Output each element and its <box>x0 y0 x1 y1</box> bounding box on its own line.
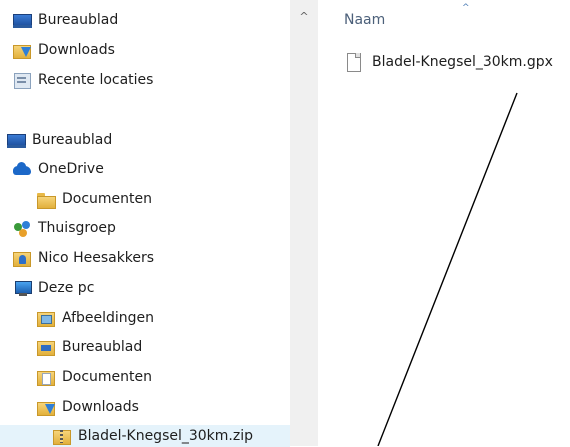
navigation-pane: Bureaublad Downloads Recente locaties Bu… <box>0 0 290 447</box>
nav-item-label: Thuisgroep <box>38 220 116 236</box>
nav-item-label: Recente locaties <box>38 72 154 88</box>
nav-item-downloads-favorite[interactable]: Downloads <box>12 39 115 61</box>
file-list-pane: ^ Naam Bladel-Knegsel_30km.gpx <box>318 0 570 446</box>
this-pc-icon <box>12 279 32 297</box>
nav-item-label: Deze pc <box>38 280 95 296</box>
nav-item-label: Bureaublad <box>38 12 119 28</box>
desktop-icon <box>6 131 26 149</box>
downloads-folder-icon <box>36 398 56 416</box>
file-row[interactable]: Bladel-Knegsel_30km.gpx <box>346 51 553 73</box>
nav-item-onedrive[interactable]: OneDrive <box>12 158 104 180</box>
nav-item-label: Bladel-Knegsel_30km.zip <box>78 428 253 444</box>
chevron-up-icon: ^ <box>299 9 309 23</box>
nav-item-bureaublad-favorite[interactable]: Bureaublad <box>12 9 118 31</box>
nav-item-onedrive-documenten[interactable]: Documenten <box>36 188 152 210</box>
nav-item-label: Nico Heesakkers <box>38 250 155 266</box>
nav-item-label: Downloads <box>38 42 115 58</box>
downloads-folder-icon <box>12 41 32 59</box>
nav-item-pc-documenten[interactable]: Documenten <box>36 366 152 388</box>
nav-item-label: Afbeeldingen <box>62 310 155 326</box>
user-folder-icon <box>12 249 32 267</box>
onedrive-cloud-icon <box>12 160 32 178</box>
nav-item-thuisgroep[interactable]: Thuisgroep <box>12 217 116 239</box>
desktop-folder-icon <box>36 338 56 356</box>
scroll-up-button[interactable]: ^ <box>290 8 318 24</box>
nav-item-label: Documenten <box>62 369 153 385</box>
homegroup-icon <box>12 219 32 237</box>
nav-item-label: Bureaublad <box>32 132 113 148</box>
nav-item-deze-pc[interactable]: Deze pc <box>12 277 94 299</box>
file-icon <box>346 52 362 72</box>
nav-item-label: Downloads <box>62 399 139 415</box>
sort-ascending-icon: ^ <box>462 3 470 13</box>
zip-folder-icon <box>52 427 72 445</box>
nav-item-pc-bureaublad[interactable]: Bureaublad <box>36 336 142 358</box>
nav-item-bureaublad-root[interactable]: Bureaublad <box>6 129 112 151</box>
column-header-naam[interactable]: Naam <box>344 12 385 28</box>
nav-item-recente-locaties[interactable]: Recente locaties <box>12 69 153 91</box>
recent-locations-icon <box>12 71 32 89</box>
scrollbar-track[interactable] <box>292 30 316 440</box>
nav-scrollbar[interactable]: ^ <box>290 0 318 446</box>
nav-item-nico-heesakkers[interactable]: Nico Heesakkers <box>12 247 154 269</box>
nav-item-zip-selected[interactable]: Bladel-Knegsel_30km.zip <box>0 425 290 447</box>
file-name: Bladel-Knegsel_30km.gpx <box>372 54 553 70</box>
nav-item-pc-downloads[interactable]: Downloads <box>36 396 139 418</box>
desktop-icon <box>12 11 32 29</box>
nav-item-label: Documenten <box>62 191 153 207</box>
nav-item-afbeeldingen[interactable]: Afbeeldingen <box>36 307 154 329</box>
nav-item-label: OneDrive <box>38 161 104 177</box>
nav-item-label: Bureaublad <box>62 339 143 355</box>
pictures-folder-icon <box>36 309 56 327</box>
folder-icon <box>36 190 56 209</box>
documents-folder-icon <box>36 368 56 386</box>
